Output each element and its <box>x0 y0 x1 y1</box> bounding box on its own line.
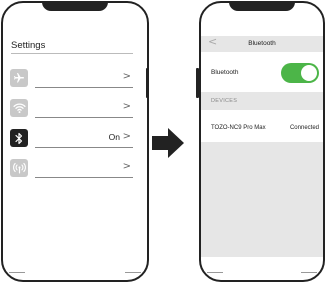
page-title: Settings <box>11 40 46 51</box>
phone-bluetooth-screen: < Bluetooth Bluetooth DEVICES TOZO-NC9 P… <box>199 1 325 282</box>
nav-title: Bluetooth <box>248 40 276 47</box>
bluetooth-status-value: On <box>108 132 120 142</box>
phone-settings-screen: Settings > > On > > <box>1 1 149 282</box>
toggle-knob <box>301 65 317 81</box>
devices-section-header: DEVICES <box>201 92 323 110</box>
row-divider <box>35 117 133 118</box>
phone-notch <box>229 3 295 11</box>
phone-side-button <box>146 68 149 98</box>
chevron-right-icon: > <box>122 101 131 112</box>
navigation-bar: < Bluetooth <box>201 35 323 52</box>
row-divider <box>35 147 133 148</box>
bluetooth-icon <box>10 129 28 147</box>
chevron-right-icon: > <box>122 71 131 82</box>
device-list-item[interactable]: TOZO-NC9 Pro Max Connected <box>201 115 323 141</box>
settings-item-airplane-mode[interactable]: > <box>3 68 147 88</box>
bottom-bezel-mark <box>207 272 223 273</box>
row-divider <box>35 177 133 178</box>
bluetooth-toggle-row: Bluetooth <box>201 61 323 85</box>
chevron-right-icon: > <box>122 131 131 142</box>
bottom-bezel-mark <box>125 272 141 273</box>
arrow-right-icon <box>152 128 184 158</box>
wifi-icon <box>10 99 28 117</box>
bottom-bezel-mark <box>9 272 25 273</box>
settings-item-bluetooth[interactable]: On > <box>3 128 147 148</box>
cellular-icon <box>10 159 28 177</box>
title-divider <box>11 53 133 54</box>
bluetooth-toggle-label: Bluetooth <box>211 69 239 76</box>
bottom-bezel-mark <box>301 272 317 273</box>
empty-list-area <box>201 142 323 257</box>
section-label: DEVICES <box>211 98 238 104</box>
settings-item-wifi[interactable]: > <box>3 98 147 118</box>
row-divider <box>35 87 133 88</box>
device-status: Connected <box>289 125 319 131</box>
phone-notch <box>42 3 108 11</box>
airplane-icon <box>10 69 28 87</box>
bluetooth-toggle[interactable] <box>281 63 319 83</box>
chevron-right-icon: > <box>122 161 131 172</box>
device-name: TOZO-NC9 Pro Max <box>211 125 266 131</box>
settings-item-cellular[interactable]: > <box>3 158 147 178</box>
